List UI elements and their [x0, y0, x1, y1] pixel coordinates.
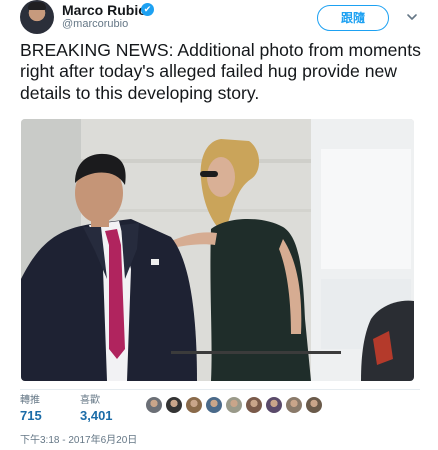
liker-avatar[interactable] [145, 396, 163, 414]
retweets-count: 715 [20, 408, 42, 423]
liker-avatar[interactable] [225, 396, 243, 414]
user-handle[interactable]: @marcorubio [62, 18, 128, 30]
tweet-timestamp[interactable]: 下午3:18 - 2017年6月20日 [20, 431, 137, 446]
likes-label: 喜歡 [80, 395, 100, 406]
tweet-photo[interactable] [21, 119, 414, 381]
retweets-label: 轉推 [20, 395, 40, 406]
user-avatar[interactable] [20, 0, 54, 34]
liker-avatar[interactable] [245, 396, 263, 414]
user-display-name[interactable]: Marco Rubio [62, 2, 147, 18]
photo-illustration [21, 119, 414, 381]
likes-count: 3,401 [80, 408, 113, 423]
liker-avatar[interactable] [285, 396, 303, 414]
liker-avatar[interactable] [185, 396, 203, 414]
liker-avatar[interactable] [305, 396, 323, 414]
liker-avatar[interactable] [205, 396, 223, 414]
tweet-stats: 轉推 715 喜歡 3,401 [20, 389, 420, 425]
verified-badge-icon: ✔ [141, 3, 154, 16]
liker-avatar[interactable] [165, 396, 183, 414]
tweet-header: Marco Rubio ✔ @marcorubio 跟隨 [20, 0, 420, 36]
likes-stat[interactable]: 喜歡 3,401 [80, 390, 113, 423]
follow-button[interactable]: 跟隨 [317, 5, 389, 31]
liker-avatar[interactable] [265, 396, 283, 414]
chevron-down-icon[interactable] [406, 11, 418, 23]
retweets-stat[interactable]: 轉推 715 [20, 390, 42, 423]
tweet-text: BREAKING NEWS: Additional photo from mom… [20, 40, 421, 103]
